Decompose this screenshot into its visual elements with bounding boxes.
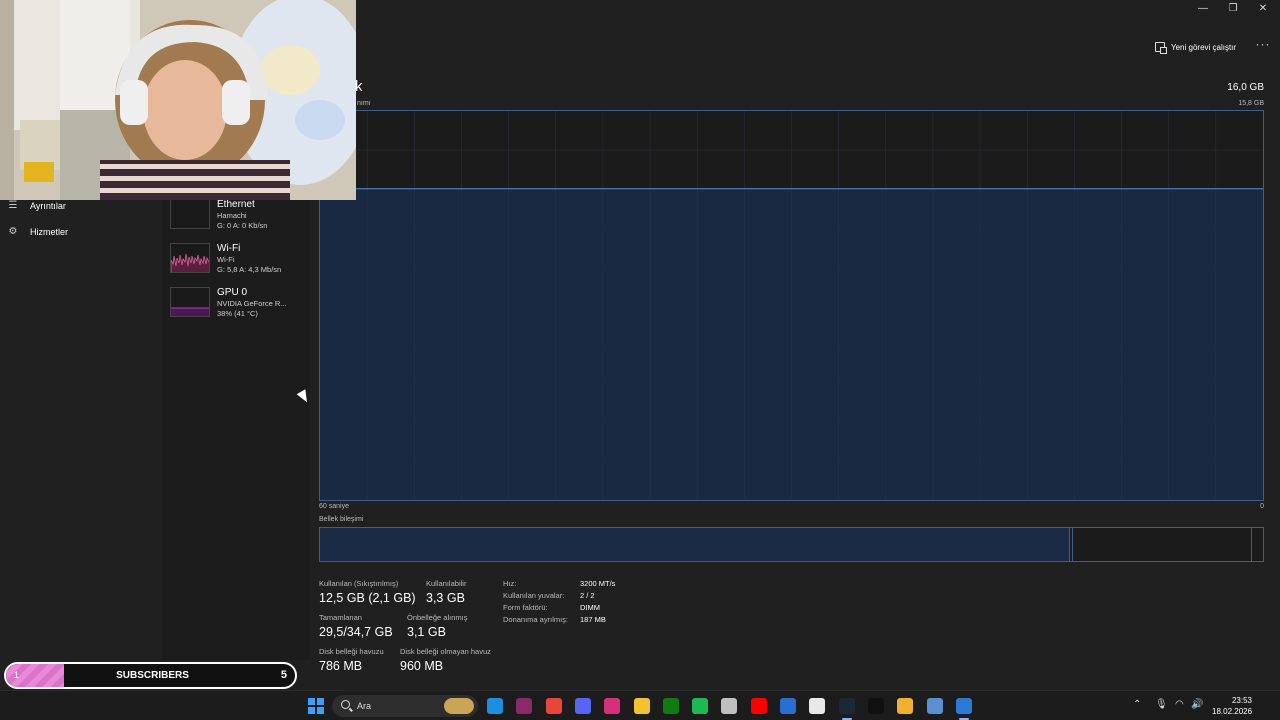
device-name: Ethernet — [217, 199, 255, 210]
xbox-icon[interactable] — [662, 698, 679, 714]
notepad-icon[interactable] — [809, 698, 826, 714]
nav-item-details[interactable]: ☰ Ayrıntılar — [8, 198, 66, 214]
app-icon[interactable] — [897, 698, 914, 714]
paged-pool-value: 786 MB — [319, 659, 363, 673]
form-factor-label: Form faktörü: — [503, 603, 548, 612]
volume-icon[interactable]: 🔊 — [1191, 699, 1203, 710]
device-ethernet[interactable]: Ethernet Hamachi G: 0 A: 0 Kb/sn — [170, 199, 310, 239]
composition-in-use-segment — [320, 528, 1070, 561]
task-manager-icon[interactable] — [955, 698, 972, 714]
instagram-icon[interactable] — [604, 698, 621, 714]
tiktok-icon[interactable] — [867, 698, 884, 714]
list-icon: ☰ — [8, 200, 18, 211]
spotify-icon[interactable] — [692, 698, 709, 714]
memory-total: 16,0 GB — [1227, 82, 1264, 93]
new-task-icon — [1155, 42, 1167, 54]
nav-item-label: Ayrıntılar — [30, 201, 66, 211]
device-wifi[interactable]: Wi-Fi Wi-Fi G: 5,8 A: 4,3 Mb/sn — [170, 243, 310, 283]
subscribers-goal-widget: 1 SUBSCRIBERS 5 — [4, 662, 297, 689]
taskbar: Ara ⌃ 🎙 ◠ 🔊 23:53 18.02.2026 — [0, 690, 1280, 720]
youtube-icon[interactable] — [750, 698, 767, 714]
cached-label: Önbelleğe alınmış — [407, 613, 468, 622]
graph-time-label: 60 saniye — [319, 503, 349, 510]
discord-icon[interactable] — [574, 698, 591, 714]
puzzle-icon: ⚙ — [8, 226, 18, 237]
clock-date: 18.02.2026 — [1212, 707, 1253, 716]
graph-zero-label: 0 — [1260, 503, 1264, 510]
nonpaged-pool-value: 960 MB — [400, 659, 444, 673]
memory-usage-max: 15,8 GB — [1238, 100, 1264, 107]
memory-usage-label: nımı — [357, 100, 371, 107]
maximize-button[interactable]: ❐ — [1218, 0, 1248, 20]
gpu-graph-thumbnail — [170, 287, 210, 317]
microphone-icon[interactable]: 🎙 — [1155, 699, 1168, 710]
in-use-label: Kullanılan (Sıkıştırılmış) — [319, 579, 399, 588]
available-value: 3,3 GB — [426, 591, 465, 605]
webcam-feed-image — [0, 0, 356, 200]
edge-icon[interactable] — [487, 698, 503, 714]
memory-title: k — [355, 78, 363, 95]
mail-icon[interactable] — [780, 698, 796, 714]
close-button[interactable]: ✕ — [1248, 0, 1278, 20]
taskbar-search[interactable]: Ara — [332, 695, 478, 717]
device-subtitle: Hamachi — [217, 211, 247, 220]
search-icon — [341, 700, 350, 709]
hardware-reserved-label: Donanıma ayrılmış: — [503, 615, 569, 624]
device-subtitle: Wi-Fi — [217, 255, 235, 264]
memory-composition-bar — [319, 527, 1264, 562]
nav-item-label: Hizmetler — [30, 227, 69, 237]
clock-time: 23:53 — [1231, 696, 1252, 705]
speed-value: 3200 MT/s — [580, 579, 616, 588]
form-factor-value: DIMM — [580, 603, 600, 612]
committed-label: Tamamlanan — [319, 613, 362, 622]
ethernet-graph-thumbnail — [170, 199, 210, 229]
chrome-icon[interactable] — [545, 698, 562, 714]
subscribers-goal: 5 — [280, 669, 287, 681]
device-value: G: 5,8 A: 4,3 Mb/sn — [217, 265, 282, 274]
file-explorer-icon[interactable] — [633, 698, 650, 714]
search-placeholder: Ara — [357, 701, 372, 711]
memory-composition-label: Bellek bileşimi — [319, 516, 364, 523]
paged-pool-label: Disk belleği havuzu — [319, 647, 384, 656]
slots-value: 2 / 2 — [580, 591, 595, 600]
taskbar-clock[interactable]: 23:53 18.02.2026 — [1212, 695, 1252, 717]
run-new-task-button[interactable]: Yeni görevi çalıştır — [1155, 40, 1236, 54]
visual-studio-icon[interactable] — [516, 698, 533, 714]
device-subtitle: NVIDIA GeForce R... — [217, 299, 287, 308]
in-use-value: 12,5 GB (2,1 GB) — [319, 591, 416, 605]
memory-usage-chart — [320, 111, 1263, 500]
steam-alt-icon[interactable] — [721, 698, 738, 714]
hardware-reserved-value: 187 MB — [580, 615, 606, 624]
composition-standby-segment — [1073, 528, 1252, 561]
cached-value: 3,1 GB — [407, 625, 446, 639]
run-new-task-label: Yeni görevi çalıştır — [1171, 42, 1237, 52]
memory-usage-graph — [319, 110, 1264, 501]
nonpaged-pool-label: Disk belleği olmayan havuz — [400, 647, 491, 656]
webcam-overlay — [0, 0, 356, 200]
device-name: GPU 0 — [217, 287, 248, 298]
subscribers-label: SUBSCRIBERS — [116, 670, 189, 681]
show-hidden-icons-chevron-icon[interactable]: ⌃ — [1133, 699, 1141, 710]
wifi-icon[interactable]: ◠ — [1175, 699, 1184, 710]
more-options-button[interactable]: ··· — [1254, 38, 1272, 54]
available-label: Kullanılabilir — [426, 579, 467, 588]
minimize-button[interactable]: — — [1188, 0, 1218, 20]
speed-label: Hız: — [503, 579, 517, 588]
device-value: G: 0 A: 0 Kb/sn — [217, 221, 268, 230]
device-name: Wi-Fi — [217, 243, 241, 254]
device-gpu[interactable]: GPU 0 NVIDIA GeForce R... 38% (41 °C) — [170, 287, 310, 327]
steam-icon[interactable] — [838, 698, 855, 714]
slots-label: Kullanılan yuvalar: — [503, 591, 565, 600]
search-highlight-image — [444, 698, 474, 714]
committed-value: 29,5/34,7 GB — [319, 625, 393, 639]
settings-icon[interactable] — [926, 698, 943, 714]
device-value: 38% (41 °C) — [217, 309, 258, 318]
nav-item-services[interactable]: ⚙ Hizmetler — [8, 224, 69, 240]
wifi-graph-thumbnail — [170, 243, 210, 273]
start-button[interactable] — [308, 698, 324, 714]
